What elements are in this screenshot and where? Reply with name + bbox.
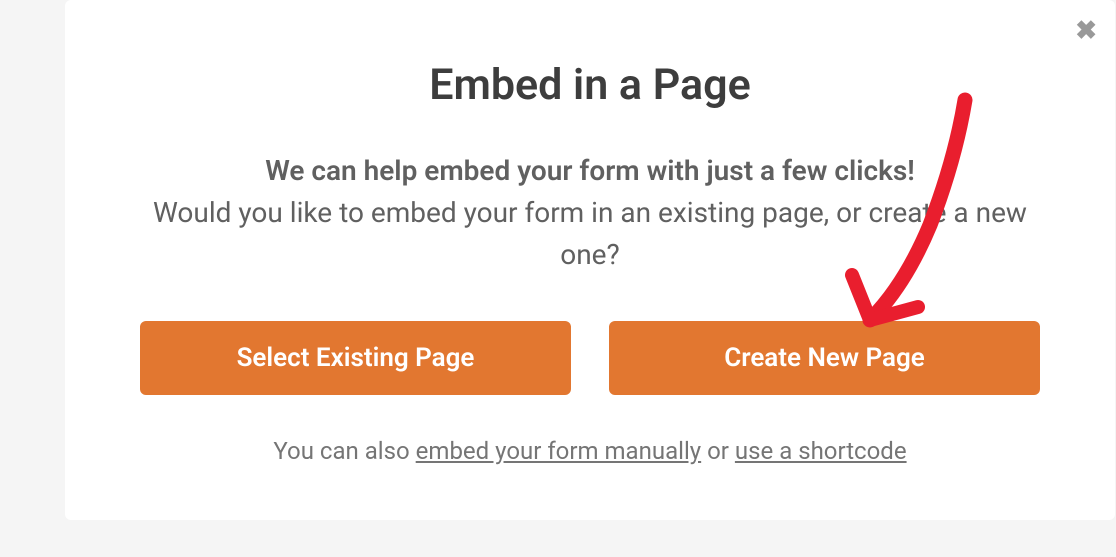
footer-prefix: You can also	[273, 437, 415, 465]
subtitle-normal-text: Would you like to embed your form in an …	[140, 192, 1040, 276]
modal-subtitle: We can help embed your form with just a …	[140, 150, 1040, 276]
subtitle-bold-text: We can help embed your form with just a …	[140, 150, 1040, 192]
modal-title: Embed in a Page	[140, 60, 1040, 110]
footer-text: You can also embed your form manually or…	[140, 437, 1040, 465]
create-new-page-button[interactable]: Create New Page	[609, 321, 1040, 395]
embed-modal: ✖ Embed in a Page We can help embed your…	[65, 0, 1115, 520]
close-icon[interactable]: ✖	[1075, 18, 1097, 44]
button-row: Select Existing Page Create New Page	[140, 321, 1040, 395]
use-shortcode-link[interactable]: use a shortcode	[735, 437, 907, 465]
select-existing-page-button[interactable]: Select Existing Page	[140, 321, 571, 395]
embed-manually-link[interactable]: embed your form manually	[416, 437, 701, 465]
footer-middle: or	[701, 437, 735, 465]
